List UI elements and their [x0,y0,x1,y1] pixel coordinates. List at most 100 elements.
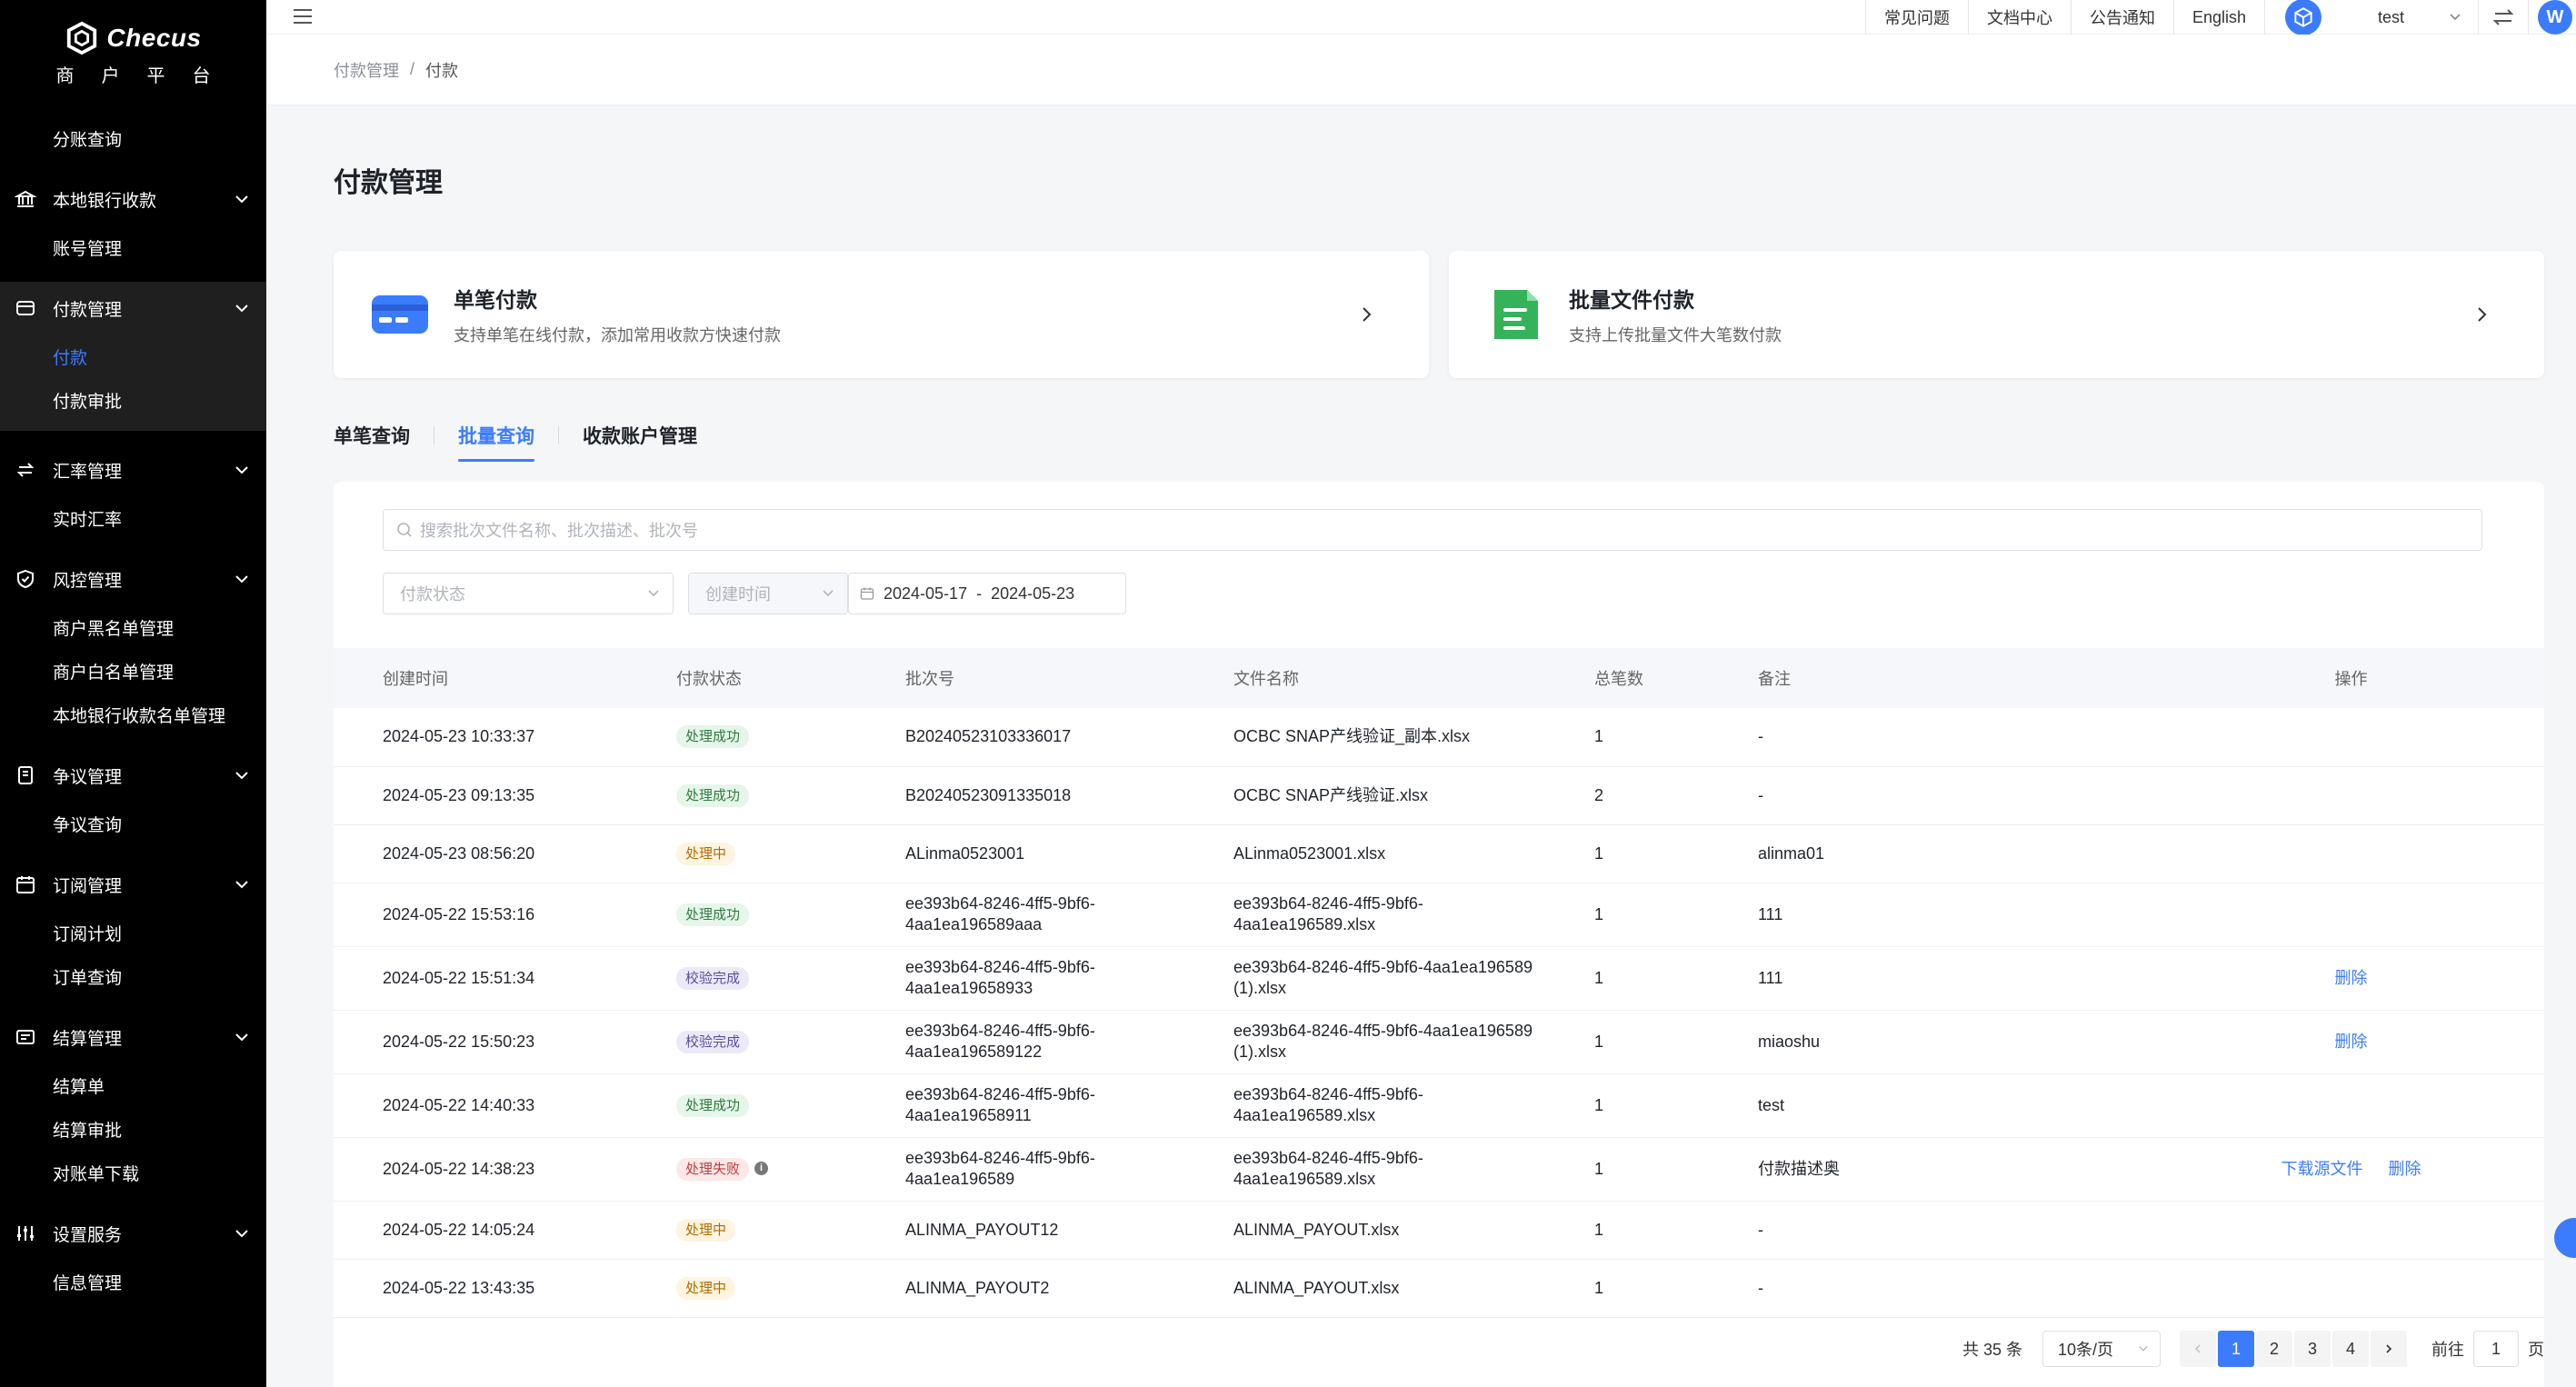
menu-toggle-icon[interactable] [292,6,314,26]
cell-actions [2158,708,2544,766]
date-range-picker[interactable]: 2024-05-17 - 2024-05-23 [848,573,1126,614]
sidebar-item-bank-collection-list[interactable]: 本地银行收款名单管理 [0,693,266,736]
cell-actions [2158,883,2544,946]
switch-account-button[interactable] [2478,0,2528,35]
sidebar-item-settlement-statement[interactable]: 结算单 [0,1063,266,1107]
sidebar-active-section: 付款管理 付款 付款审批 [0,282,266,431]
faq-link[interactable]: 常见问题 [1864,0,1968,35]
tab-batch-query[interactable]: 批量查询 [458,422,534,462]
sidebar-group-local-bank[interactable]: 本地银行收款 [0,173,266,225]
status-badge: 处理中 [676,842,736,865]
table-row: 2024-05-23 10:33:37 处理成功 B2024052310333601… [334,708,2544,766]
language-switch[interactable]: English [2172,0,2264,35]
floating-help-button[interactable] [2554,1218,2576,1258]
page-button[interactable]: 4 [2332,1331,2369,1367]
merchant-switcher[interactable]: test [2264,0,2478,35]
next-page-button[interactable] [2371,1331,2407,1367]
col-batch-no: 批次号 [905,670,954,688]
page-button[interactable]: 2 [2256,1331,2292,1367]
sidebar-item-statement-download[interactable]: 对账单下载 [0,1151,266,1194]
cell-actions [2158,766,2544,824]
download-source-file-link[interactable]: 下载源文件 [2281,1160,2363,1178]
brand-logo[interactable]: Checus 商户平台 [0,0,266,107]
status-badge: 处理成功 [676,783,750,807]
sidebar-item-split-query[interactable]: 分账查询 [0,116,266,160]
col-remark: 备注 [1758,670,1791,688]
delete-link[interactable]: 删除 [2335,1033,2368,1051]
delete-link[interactable]: 删除 [2389,1160,2421,1178]
goto-page-input[interactable]: 1 [2473,1331,2519,1367]
cell-total-count: 1 [1594,1159,1604,1178]
page-button[interactable]: 3 [2294,1331,2331,1367]
table-row: 2024-05-22 14:40:33 处理成功 ee393b64-8246-4ff… [334,1073,2544,1137]
created-time-select[interactable]: 创建时间 [688,573,848,614]
cell-actions: 删除 [2158,1010,2544,1073]
brand-name: Checus [106,23,202,52]
card-title: 单笔付款 [454,288,537,312]
prev-page-button[interactable] [2180,1331,2216,1367]
sidebar-item-info-management[interactable]: 信息管理 [0,1260,266,1303]
cell-created-time: 2024-05-22 14:38:23 [383,1159,535,1178]
status-badge: 处理失败 [676,1157,750,1181]
payment-icon [16,301,35,315]
sidebar-item-label: 订单查询 [53,968,123,988]
sidebar-item-merchant-blacklist[interactable]: 商户黑名单管理 [0,605,266,649]
checus-logo-icon [67,21,97,55]
announcements-link[interactable]: 公告通知 [2070,0,2173,35]
col-total-count: 总笔数 [1594,670,1643,688]
info-icon[interactable]: i [754,1162,769,1176]
sidebar-item-payment[interactable]: 付款 [0,334,266,378]
sidebar-group-payment[interactable]: 付款管理 [0,282,266,334]
sidebar-group-exchange-rate[interactable]: 汇率管理 [0,444,266,496]
cell-actions [2158,1259,2544,1317]
sidebar-item-order-query[interactable]: 订单查询 [0,954,266,998]
cell-remark: alinma01 [1758,843,1825,863]
sidebar-item-merchant-whitelist[interactable]: 商户白名单管理 [0,649,266,693]
tab-single-query[interactable]: 单笔查询 [334,422,410,462]
cell-created-time: 2024-05-22 15:51:34 [383,968,535,987]
sidebar-group-settlement[interactable]: 结算管理 [0,1011,266,1063]
cell-remark: 付款描述奥 [1758,1159,1840,1178]
page-size-select[interactable]: 10条/页 [2042,1331,2161,1367]
sidebar-item-label: 信息管理 [53,1273,123,1293]
sidebar-group-risk-control[interactable]: 风控管理 [0,553,266,605]
col-status: 付款状态 [676,670,742,688]
cell-created-time: 2024-05-22 15:53:16 [383,904,535,923]
user-select[interactable]: test [2341,8,2478,27]
chevron-right-icon [2478,307,2487,322]
sidebar-item-label: 实时汇率 [53,510,123,530]
select-placeholder: 创建时间 [705,585,771,604]
breadcrumb-parent[interactable]: 付款管理 [334,58,399,82]
sidebar-group-subscription[interactable]: 订阅管理 [0,858,266,911]
batch-file-payment-card[interactable]: 批量文件付款 支持上传批量文件大笔数付款 [1449,251,2544,378]
topbar: 常见问题 文档中心 公告通知 English test W [266,0,2576,35]
swap-icon [2492,9,2514,25]
sidebar-group-dispute[interactable]: 争议管理 [0,749,266,802]
cell-file-name: ALINMA_PAYOUT.xlsx [1233,1278,1400,1297]
docs-link[interactable]: 文档中心 [1967,0,2071,35]
sidebar-item-payment-approval[interactable]: 付款审批 [0,378,266,422]
payment-status-select[interactable]: 付款状态 [383,573,674,614]
cell-batch-no: ee393b64-8246-4ff5-9bf6- 4aa1ea196589aaa [905,894,1095,933]
page-button[interactable]: 1 [2218,1331,2254,1367]
search-input[interactable]: 搜索批次文件名称、批次描述、批次号 [383,509,2482,551]
delete-link[interactable]: 删除 [2335,969,2368,987]
sidebar-item-dispute-query[interactable]: 争议查询 [0,802,266,845]
tab-payee-account-management[interactable]: 收款账户管理 [583,422,697,462]
cell-remark: 111 [1758,968,1783,987]
sidebar-item-subscription-plan[interactable]: 订阅计划 [0,911,266,954]
chevron-down-icon [648,590,659,597]
filters: 付款状态 创建时间 2024-05-17 - 2024-05-23 [383,573,1126,614]
sidebar-item-settlement-approval[interactable]: 结算审批 [0,1107,266,1151]
chevron-down-icon [235,881,248,889]
sidebar-group-settings[interactable]: 设置服务 [0,1207,266,1260]
profile-button[interactable]: W [2528,0,2576,35]
single-payment-card[interactable]: 单笔付款 支持单笔在线付款，添加常用收款方快速付款 [334,251,1429,378]
sidebar-item-realtime-rate[interactable]: 实时汇率 [0,496,266,540]
sidebar-item-account-management[interactable]: 账号管理 [0,225,266,269]
table-row: 2024-05-22 15:51:34 校验完成 ee393b64-8246-4ff… [334,946,2544,1010]
total-count: 共 35 条 [1962,1341,2022,1359]
cell-status: 处理中 [676,1201,905,1259]
cell-created-time: 2024-05-22 13:43:35 [383,1278,535,1297]
chevron-right-icon [2386,1344,2392,1353]
